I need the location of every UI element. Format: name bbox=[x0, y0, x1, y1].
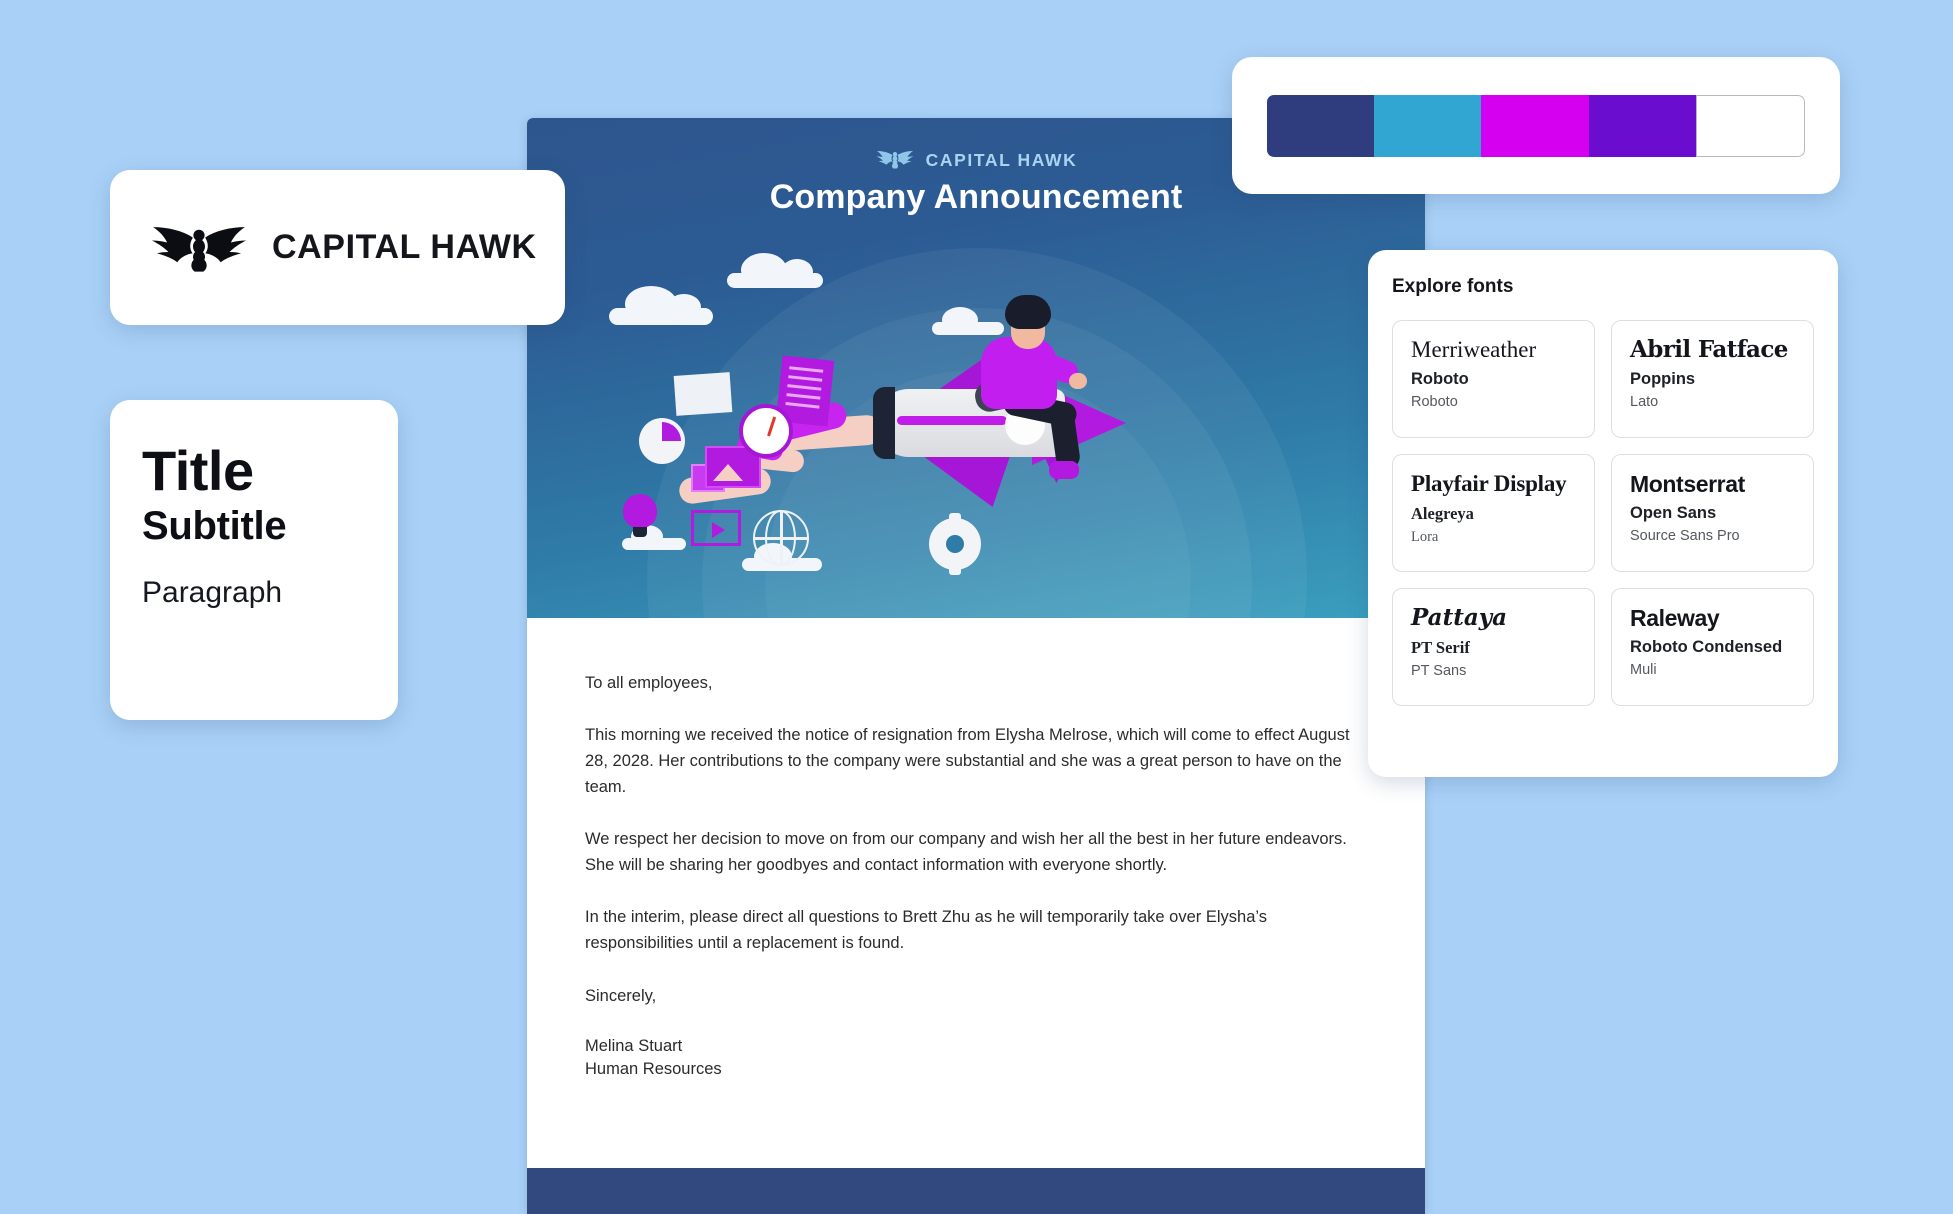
paper-sheet-icon bbox=[673, 372, 733, 416]
font-subheading: Roboto Condensed bbox=[1630, 638, 1783, 657]
font-body: Roboto bbox=[1411, 394, 1458, 411]
pie-chart-icon bbox=[639, 418, 685, 464]
font-pairing-card[interactable]: Raleway Roboto Condensed Muli bbox=[1611, 588, 1814, 706]
font-pairing-card[interactable]: Pattaya PT Serif PT Sans bbox=[1392, 588, 1595, 706]
rocket-graphic bbox=[827, 293, 1147, 533]
color-swatch-purple[interactable] bbox=[1588, 94, 1696, 157]
logo-card-name: CAPITAL HAWK bbox=[272, 228, 537, 266]
document-brand-name: CAPITAL HAWK bbox=[925, 150, 1078, 170]
play-button-icon bbox=[691, 510, 741, 546]
color-swatch-magenta[interactable] bbox=[1481, 94, 1589, 157]
globe-icon bbox=[752, 509, 809, 566]
font-heading: Pattaya bbox=[1411, 604, 1507, 631]
font-subheading: PT Serif bbox=[1411, 638, 1470, 658]
font-body: PT Sans bbox=[1411, 663, 1467, 680]
cloud-icon bbox=[609, 286, 713, 325]
font-body: Lora bbox=[1411, 529, 1439, 546]
explore-fonts-title: Explore fonts bbox=[1392, 276, 1514, 297]
type-sample-title: Title bbox=[142, 439, 254, 502]
announcement-document[interactable]: CAPITAL HAWK Company Announcement To all… bbox=[527, 118, 1425, 1214]
font-subheading: Roboto bbox=[1411, 370, 1469, 389]
salutation: To all employees, bbox=[585, 674, 713, 692]
hawk-logo-icon bbox=[875, 146, 915, 175]
closing: Sincerely, bbox=[585, 986, 657, 1005]
color-swatch-row[interactable] bbox=[1267, 94, 1805, 157]
logo-card[interactable]: CAPITAL HAWK bbox=[110, 170, 565, 325]
color-swatch-white[interactable] bbox=[1695, 94, 1805, 157]
color-swatch-navy[interactable] bbox=[1267, 94, 1375, 157]
explore-fonts-panel[interactable]: Explore fonts Merriweather Roboto Roboto… bbox=[1368, 250, 1838, 777]
font-heading: Abril Fatface bbox=[1630, 336, 1788, 363]
font-subheading: Open Sans bbox=[1630, 504, 1717, 523]
type-sample-paragraph: Paragraph bbox=[142, 576, 283, 610]
hawk-logo-icon bbox=[148, 214, 250, 281]
color-palette-card[interactable] bbox=[1232, 57, 1840, 194]
font-heading: Raleway bbox=[1630, 605, 1720, 631]
signer-name: Melina Stuart bbox=[585, 1036, 683, 1055]
rider-hair bbox=[1005, 295, 1051, 329]
font-heading: Montserrat bbox=[1630, 471, 1745, 497]
cloud-icon bbox=[727, 253, 823, 288]
font-body: Source Sans Pro bbox=[1630, 528, 1740, 545]
rider-hand bbox=[1069, 373, 1087, 389]
font-pairing-card[interactable]: Merriweather Roboto Roboto bbox=[1392, 320, 1595, 438]
paragraph-1: This morning we received the notice of r… bbox=[585, 726, 1350, 797]
paragraph-2: We respect her decision to move on from … bbox=[585, 830, 1347, 875]
font-heading: Playfair Display bbox=[1411, 471, 1567, 496]
font-subheading: Alegreya bbox=[1411, 504, 1474, 524]
font-body: Muli bbox=[1630, 662, 1657, 679]
font-heading: Merriweather bbox=[1411, 337, 1537, 362]
stopwatch-icon bbox=[739, 404, 793, 458]
paragraph-3: In the interim, please direct all questi… bbox=[585, 908, 1268, 953]
font-pairing-card[interactable]: Montserrat Open Sans Source Sans Pro bbox=[1611, 454, 1814, 572]
typography-card[interactable]: Title Subtitle Paragraph bbox=[110, 400, 398, 720]
document-footer-bar bbox=[527, 1168, 1425, 1214]
font-pairing-card[interactable]: Playfair Display Alegreya Lora bbox=[1392, 454, 1595, 572]
type-sample-subtitle: Subtitle bbox=[142, 504, 287, 549]
document-body: To all employees, This morning we receiv… bbox=[527, 618, 1425, 1081]
lightbulb-icon bbox=[623, 494, 657, 537]
cloud-icon bbox=[622, 525, 686, 550]
font-pairing-card[interactable]: Abril Fatface Poppins Lato bbox=[1611, 320, 1814, 438]
signer-role: Human Resources bbox=[585, 1059, 722, 1078]
font-body: Lato bbox=[1630, 394, 1659, 411]
color-swatch-cyan-blue[interactable] bbox=[1374, 94, 1482, 157]
rider-character bbox=[957, 293, 1087, 493]
font-subheading: Poppins bbox=[1630, 370, 1696, 389]
rider-boot bbox=[1049, 461, 1079, 479]
font-pairings-grid: Merriweather Roboto Roboto Abril Fatface… bbox=[1392, 320, 1814, 706]
rocket-engine-ring bbox=[873, 387, 895, 459]
